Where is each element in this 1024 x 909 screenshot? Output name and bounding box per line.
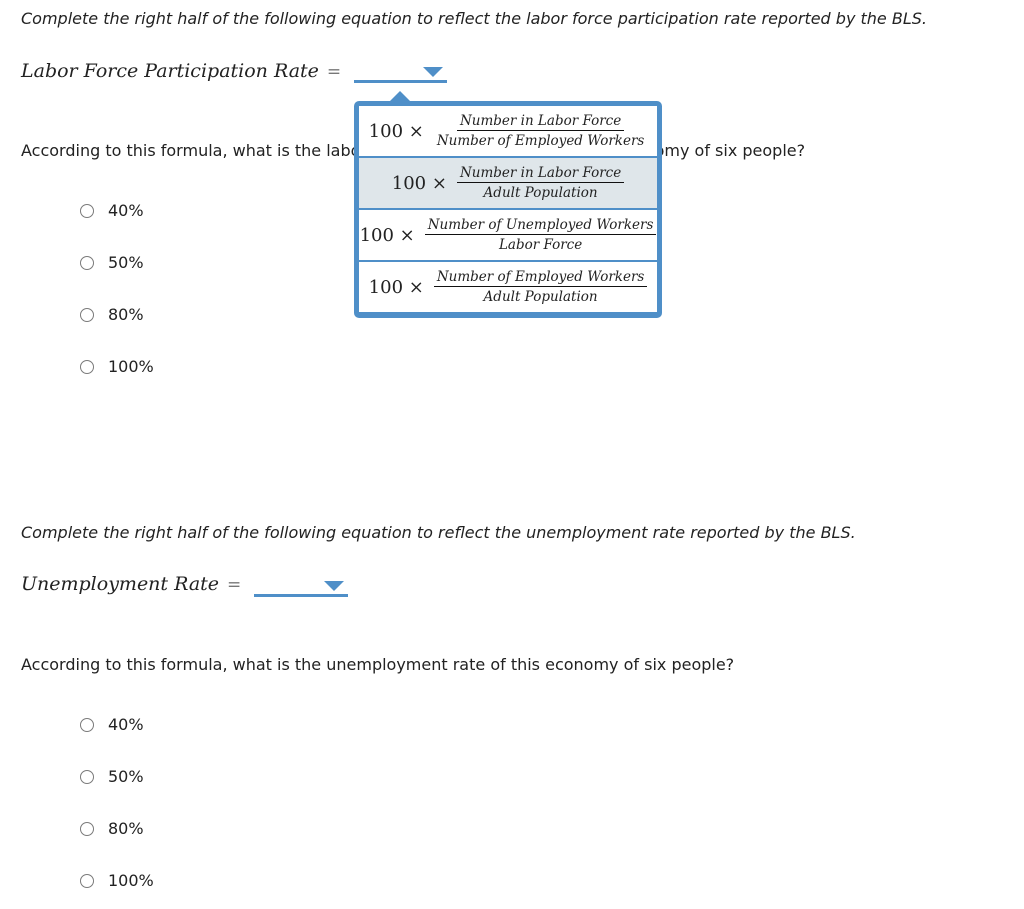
- option-label: 80%: [108, 819, 144, 838]
- unemployment-formula-dropdown[interactable]: [254, 580, 348, 597]
- equals-sign: =: [326, 62, 342, 82]
- denominator: Adult Population: [483, 289, 598, 305]
- fraction: Number of Unemployed Workers Labor Force: [424, 217, 657, 253]
- radio-button[interactable]: [80, 873, 94, 888]
- lfpr-option[interactable]: 40%: [80, 201, 144, 220]
- numerator: Number in Labor Force: [456, 113, 625, 131]
- lfpr-formula-dropdown[interactable]: [354, 66, 447, 83]
- radio-button[interactable]: [80, 821, 94, 836]
- option-label: 50%: [108, 767, 144, 786]
- fraction: Number in Labor Force Adult Population: [456, 165, 625, 201]
- coefficient: 100 ×: [368, 120, 424, 142]
- option-label: 80%: [108, 305, 144, 324]
- numerator: Number in Labor Force: [456, 165, 625, 183]
- radio-button[interactable]: [80, 717, 94, 732]
- formula-dropdown-popup: 100 × Number in Labor Force Number of Em…: [354, 101, 662, 318]
- unemployment-option[interactable]: 40%: [80, 715, 144, 734]
- denominator: Adult Population: [483, 185, 598, 201]
- equals-sign: =: [227, 575, 242, 595]
- unemployment-option[interactable]: 80%: [80, 819, 144, 838]
- fraction: Number of Employed Workers Adult Populat…: [433, 269, 648, 305]
- option-label: 100%: [108, 357, 154, 376]
- option-label: 50%: [108, 253, 144, 272]
- equation-lfpr: Labor Force Participation Rate =: [21, 60, 341, 82]
- formula-option-highlighted[interactable]: 100 × Number in Labor Force Adult Popula…: [359, 156, 657, 208]
- radio-button[interactable]: [80, 769, 94, 784]
- radio-button[interactable]: [80, 203, 94, 218]
- denominator: Number of Employed Workers: [436, 133, 645, 149]
- lfpr-option[interactable]: 50%: [80, 253, 144, 272]
- option-label: 40%: [108, 715, 144, 734]
- radio-button[interactable]: [80, 307, 94, 322]
- formula-option[interactable]: 100 × Number in Labor Force Number of Em…: [359, 106, 657, 156]
- coefficient: 100 ×: [359, 224, 415, 246]
- equation-unemployment: Unemployment Rate =: [21, 573, 241, 595]
- option-label: 40%: [108, 201, 144, 220]
- lfpr-option[interactable]: 100%: [80, 357, 154, 376]
- coefficient: 100 ×: [391, 172, 447, 194]
- instruction-unemployment: Complete the right half of the following…: [21, 523, 856, 542]
- radio-button[interactable]: [80, 359, 94, 374]
- question-unemployment: According to this formula, what is the u…: [21, 655, 735, 674]
- numerator: Number of Unemployed Workers: [424, 217, 657, 235]
- formula-option[interactable]: 100 × Number of Employed Workers Adult P…: [359, 260, 657, 312]
- option-label: 100%: [108, 871, 154, 890]
- chevron-down-icon: [423, 67, 443, 77]
- lfpr-option[interactable]: 80%: [80, 305, 144, 324]
- instruction-lfpr: Complete the right half of the following…: [21, 9, 927, 28]
- denominator: Labor Force: [498, 237, 583, 253]
- chevron-down-icon: [324, 581, 344, 591]
- unemployment-option[interactable]: 100%: [80, 871, 154, 890]
- fraction: Number in Labor Force Number of Employed…: [434, 113, 647, 149]
- radio-button[interactable]: [80, 255, 94, 270]
- equation-lhs-lfpr: Labor Force Participation Rate: [21, 60, 319, 82]
- formula-option[interactable]: 100 × Number of Unemployed Workers Labor…: [359, 208, 657, 260]
- coefficient: 100 ×: [368, 276, 424, 298]
- unemployment-option[interactable]: 50%: [80, 767, 144, 786]
- equation-lhs-unemployment: Unemployment Rate: [21, 573, 220, 595]
- numerator: Number of Employed Workers: [433, 269, 648, 287]
